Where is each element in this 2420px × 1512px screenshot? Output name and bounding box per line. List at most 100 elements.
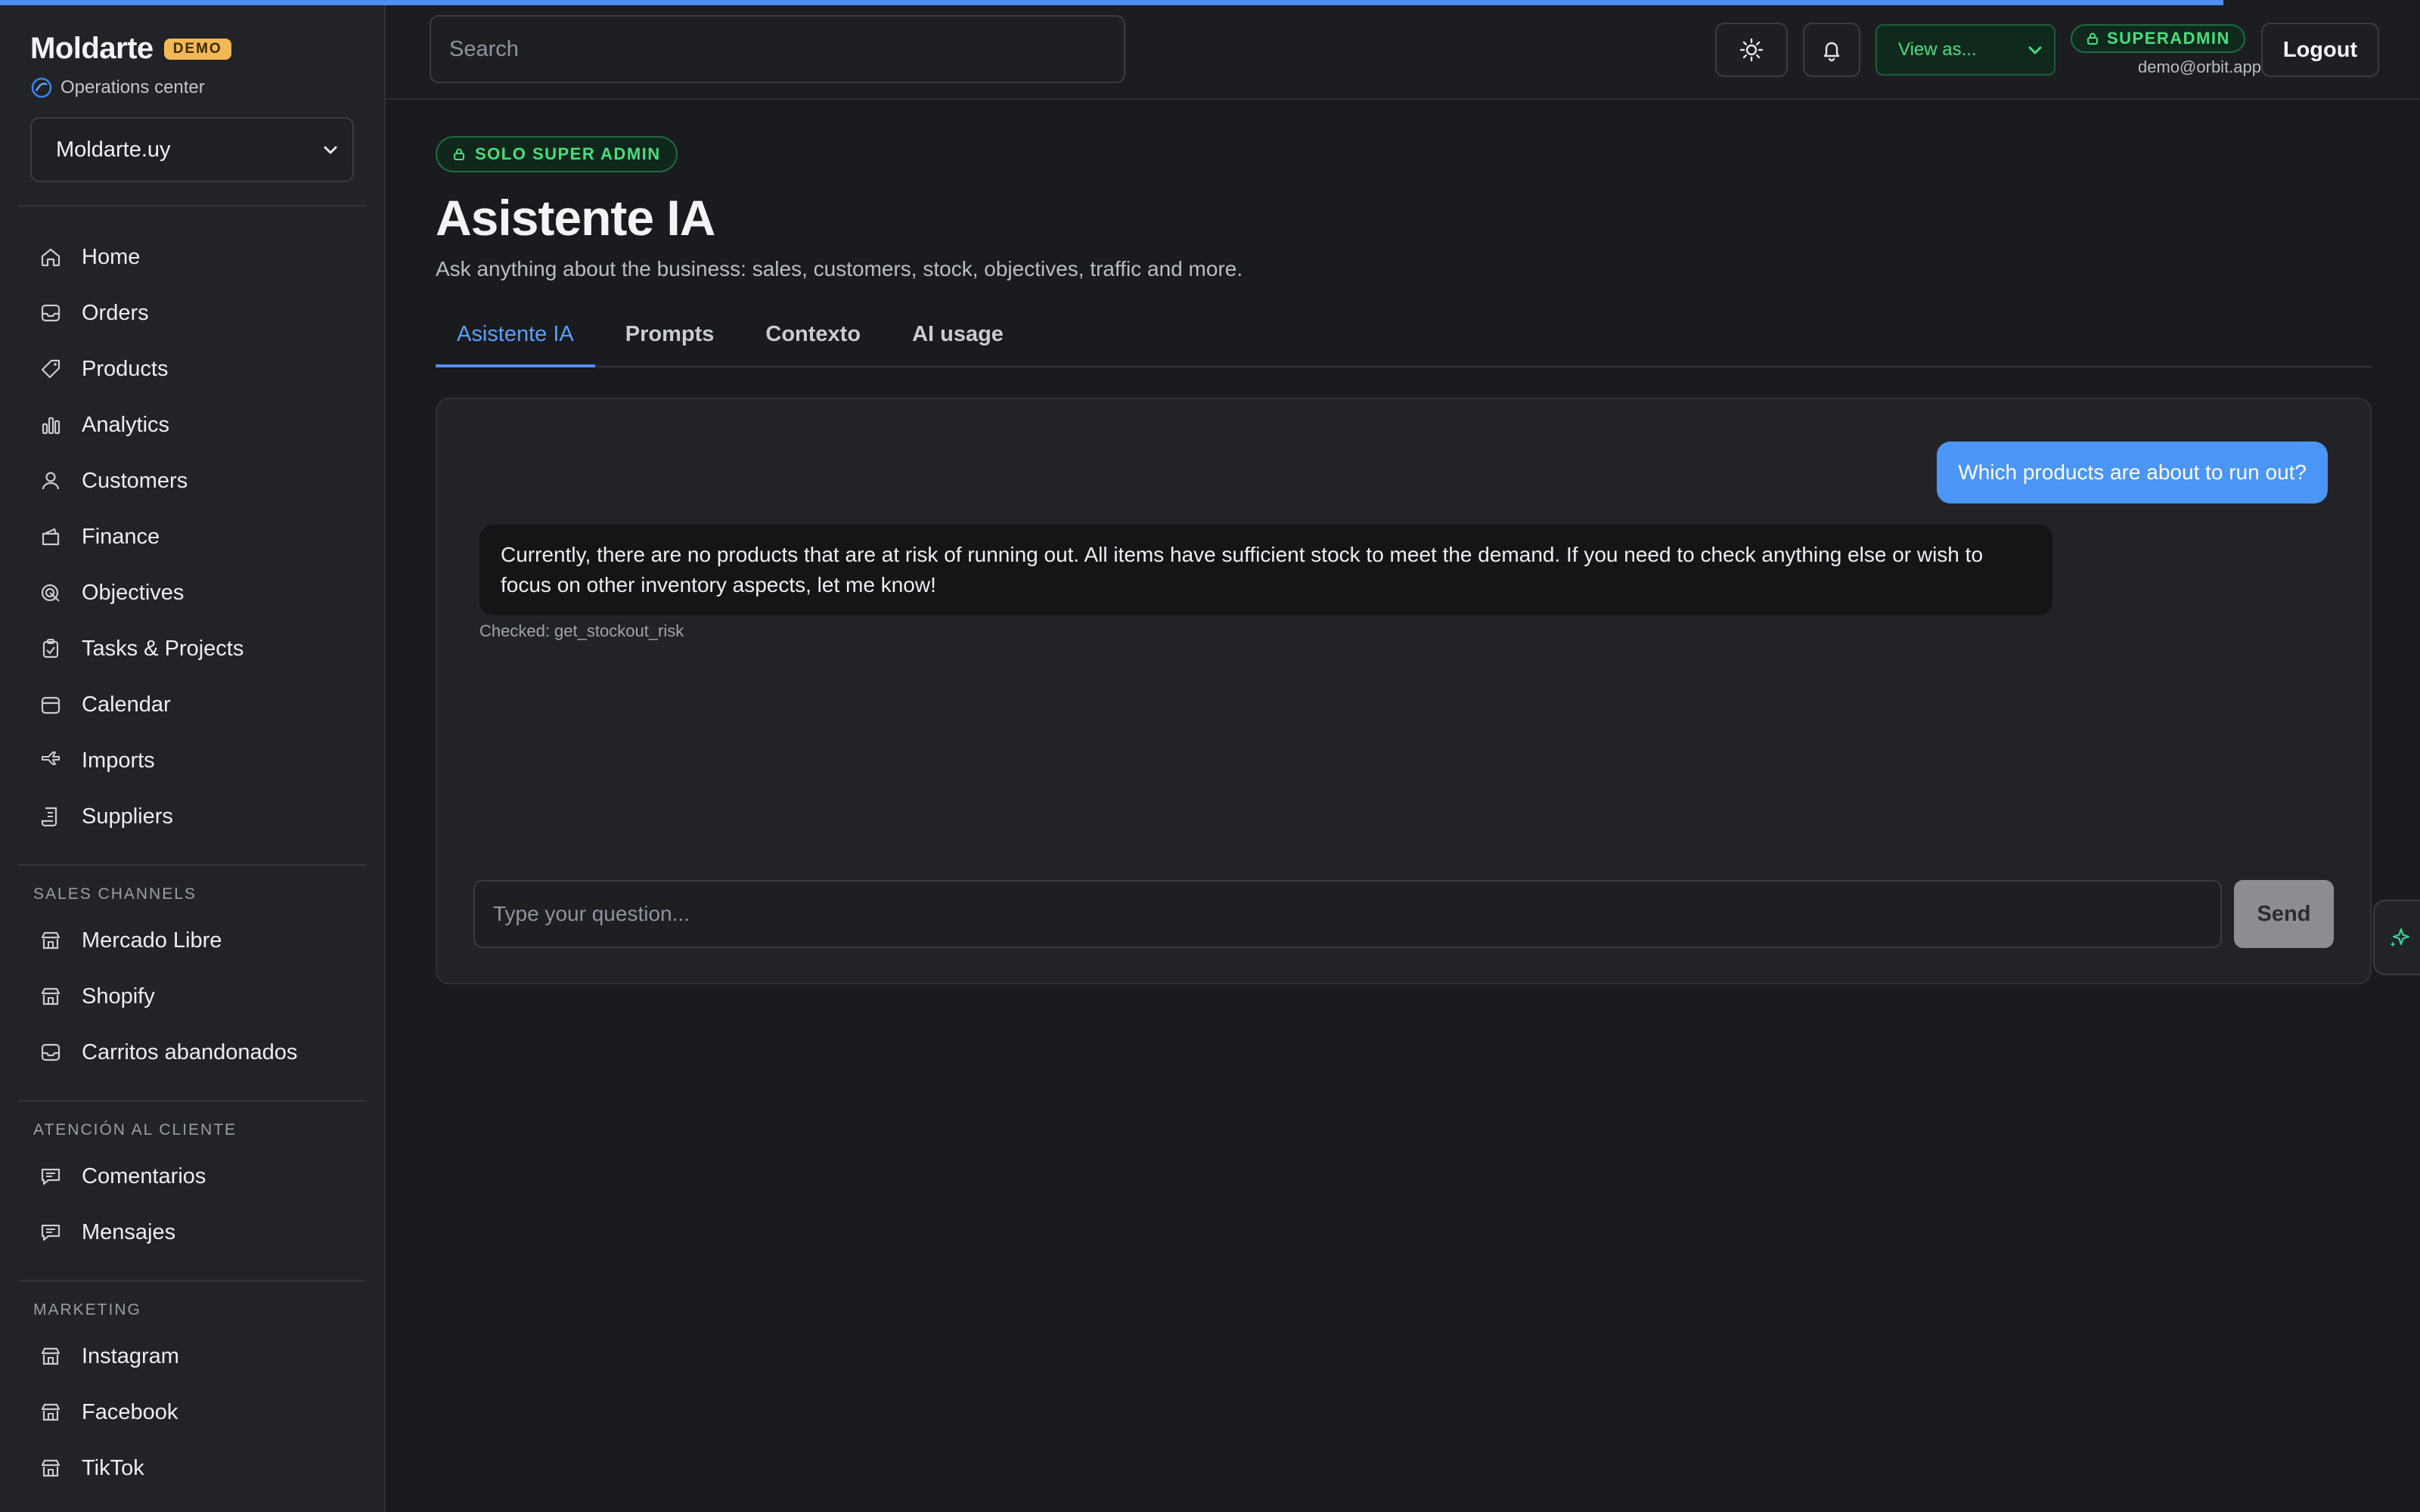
- store-icon: [41, 1459, 60, 1477]
- target-icon: [41, 584, 60, 602]
- sidebar-item-label: Finance: [82, 524, 160, 549]
- question-input[interactable]: [473, 880, 2222, 948]
- view-as-label: View as...: [1898, 39, 1977, 60]
- store-icon: [41, 931, 60, 950]
- assistant-message-bubble: Currently, there are no products that ar…: [479, 525, 2052, 615]
- sidebar: Moldarte DEMO Operations center Moldarte…: [0, 0, 386, 1512]
- super-admin-chip-label: SOLO SUPER ADMIN: [475, 144, 661, 163]
- sidebar-item-label: TikTok: [82, 1455, 144, 1480]
- sidebar-item-label: Products: [82, 356, 169, 381]
- sidebar-section-title: Sales channels: [33, 885, 197, 903]
- sidebar-item-imports[interactable]: Imports: [18, 733, 366, 789]
- theme-toggle-button[interactable]: [1715, 23, 1788, 77]
- message-icon: [41, 1168, 60, 1185]
- sidebar-item-label: Facebook: [82, 1399, 178, 1424]
- sidebar-item-facebook[interactable]: Facebook: [18, 1384, 366, 1440]
- sidebar-divider: [18, 864, 366, 866]
- sidebar-item-label: Calendar: [82, 692, 171, 717]
- sidebar-item-instagram[interactable]: Instagram: [18, 1328, 366, 1384]
- plane-icon: [42, 751, 60, 765]
- sidebar-item-analytics[interactable]: Analytics: [18, 397, 366, 453]
- inbox-icon: [41, 304, 60, 322]
- view-as-select[interactable]: View as...: [1876, 24, 2055, 76]
- sun-icon: [1739, 38, 1764, 62]
- lock-icon: [2087, 33, 2098, 45]
- sidebar-item-label: Analytics: [82, 412, 170, 437]
- scroll-icon: [41, 807, 57, 827]
- tab-ai-usage[interactable]: AI usage: [891, 316, 1025, 366]
- sidebar-item-label: Suppliers: [82, 804, 173, 829]
- orbit-icon: [30, 76, 53, 99]
- chevron-down-icon: [2028, 46, 2042, 54]
- chevron-down-icon: [324, 146, 337, 154]
- chat-composer: Send: [473, 880, 2334, 948]
- sidebar-item-carritos-abandonados[interactable]: Carritos abandonados: [18, 1024, 366, 1080]
- sidebar-item-label: Mercado Libre: [82, 928, 222, 953]
- brand-subtitle-row: Operations center: [18, 76, 366, 99]
- sidebar-item-suppliers[interactable]: Suppliers: [18, 789, 366, 844]
- user-message-bubble: Which products are about to run out?: [1937, 442, 2328, 503]
- nav-sections: Sales channels Mercado Libre Shopify Carrit…: [18, 864, 366, 1496]
- sidebar-item-label: Carritos abandonados: [82, 1040, 298, 1064]
- sidebar-item-label: Home: [82, 244, 141, 269]
- sidebar-item-mercado-libre[interactable]: Mercado Libre: [18, 912, 366, 968]
- notifications-button[interactable]: [1803, 23, 1860, 77]
- search-input[interactable]: [430, 15, 1125, 83]
- sidebar-item-products[interactable]: Products: [18, 341, 366, 397]
- sidebar-section-title: Atención al cliente: [33, 1121, 237, 1139]
- sidebar-item-calendar[interactable]: Calendar: [18, 677, 366, 733]
- brand-name: Moldarte: [30, 32, 154, 65]
- user-email: demo@orbit.app: [2138, 57, 2261, 76]
- sidebar-item-label: Orders: [82, 300, 149, 325]
- sidebar-item-tiktok[interactable]: TikTok: [18, 1440, 366, 1496]
- message-icon: [41, 1224, 60, 1241]
- tab-contexto[interactable]: Contexto: [744, 316, 882, 366]
- main-content: SOLO SUPER ADMIN Asistente IA Ask anythi…: [436, 136, 2372, 984]
- loading-progress-bar: [0, 0, 2223, 5]
- tab-bar: Asistente IA Prompts Contexto AI usage: [436, 316, 2372, 367]
- store-select[interactable]: Moldarte.uy: [30, 117, 354, 182]
- sidebar-divider: [18, 1280, 366, 1281]
- clipboard-check-icon: [42, 639, 59, 658]
- store-select-value: Moldarte.uy: [56, 137, 171, 162]
- sidebar-item-label: Tasks & Projects: [82, 636, 244, 661]
- sidebar-item-label: Objectives: [82, 580, 185, 605]
- sidebar-item-mensajes[interactable]: Mensajes: [18, 1204, 366, 1260]
- sidebar-item-customers[interactable]: Customers: [18, 453, 366, 509]
- inbox-icon: [41, 1043, 60, 1061]
- tab-prompts[interactable]: Prompts: [604, 316, 736, 366]
- tab-asistente-ia[interactable]: Asistente IA: [436, 316, 595, 367]
- store-icon: [41, 1403, 60, 1421]
- sidebar-item-label: Customers: [82, 468, 188, 493]
- sidebar-item-home[interactable]: Home: [18, 229, 366, 285]
- lock-icon: [454, 148, 464, 160]
- top-header: View as... SUPERADMIN demo@orbit.app Log…: [386, 0, 2420, 100]
- sidebar-item-finance[interactable]: Finance: [18, 509, 366, 565]
- sidebar-item-label: Imports: [82, 748, 155, 773]
- user-icon: [42, 472, 60, 490]
- send-button[interactable]: Send: [2234, 880, 2334, 948]
- chat-panel: Which products are about to run out? Cur…: [436, 398, 2372, 984]
- role-label: SUPERADMIN: [2107, 29, 2230, 48]
- sidebar-section-title: Marketing: [33, 1301, 141, 1318]
- page-subtitle: Ask anything about the business: sales, …: [436, 257, 1243, 280]
- bar-chart-icon: [42, 417, 60, 435]
- sidebar-divider: [18, 1100, 366, 1101]
- main-nav: Home Orders Products Analytics Customers Fina…: [18, 229, 366, 844]
- sidebar-item-tasks-and-projects[interactable]: Tasks & Projects: [18, 621, 366, 677]
- super-admin-chip: SOLO SUPER ADMIN: [436, 136, 678, 172]
- bell-icon: [1823, 42, 1840, 62]
- brand-subtitle: Operations center: [60, 77, 205, 98]
- tag-icon: [41, 359, 60, 379]
- sidebar-item-orders[interactable]: Orders: [18, 285, 366, 341]
- role-badge: SUPERADMIN: [2071, 24, 2245, 53]
- sidebar-divider: [18, 205, 366, 206]
- sidebar-item-objectives[interactable]: Objectives: [18, 565, 366, 621]
- ai-assistant-launcher[interactable]: [2373, 900, 2420, 975]
- sparkle-icon: [2390, 928, 2410, 947]
- sidebar-item-label: Shopify: [82, 984, 155, 1009]
- sidebar-item-comentarios[interactable]: Comentarios: [18, 1148, 366, 1204]
- brand: Moldarte DEMO: [18, 32, 366, 66]
- sidebar-item-shopify[interactable]: Shopify: [18, 968, 366, 1024]
- logout-button[interactable]: Logout: [2261, 23, 2379, 77]
